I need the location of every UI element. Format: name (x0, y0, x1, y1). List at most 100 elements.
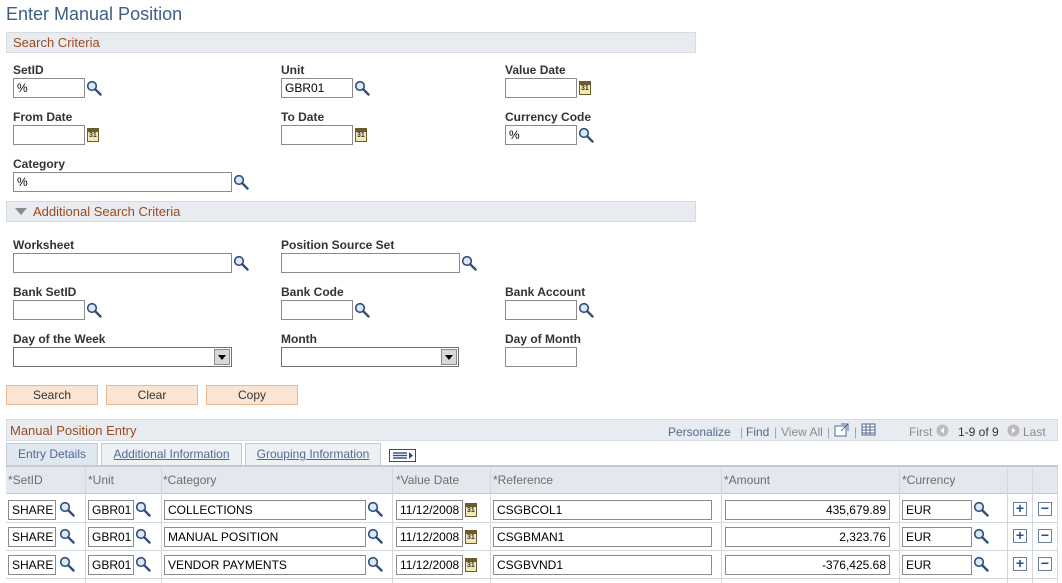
row-setid-lookup-icon[interactable] (59, 528, 75, 544)
row-amount-input[interactable]: 435,679.89 (725, 500, 890, 520)
copy-button[interactable]: Copy (206, 385, 298, 405)
value-date-calendar-icon[interactable]: 31 (579, 81, 591, 95)
row-category-lookup-icon[interactable] (367, 556, 383, 572)
row-setid-lookup-icon[interactable] (59, 556, 75, 572)
tab-entry-details[interactable]: Entry Details (6, 443, 98, 465)
category-lookup-icon[interactable] (233, 174, 249, 190)
setid-lookup-icon[interactable] (86, 80, 102, 96)
column-divider (1057, 467, 1058, 583)
spreadsheet-icon[interactable] (861, 423, 877, 437)
to-date-input[interactable] (281, 125, 353, 145)
row-setid-input[interactable]: SHARE (8, 555, 56, 575)
category-input[interactable]: % (13, 172, 232, 192)
add-row-plus-icon[interactable]: + (1013, 501, 1027, 516)
bank-account-label: Bank Account (505, 285, 586, 299)
row-unit-lookup-icon[interactable] (135, 501, 151, 517)
row-unit-lookup-icon[interactable] (135, 556, 151, 572)
row-category-lookup-icon[interactable] (367, 528, 383, 544)
delete-row-minus-icon[interactable]: − (1038, 556, 1052, 571)
row-currency-input[interactable]: EUR (902, 555, 972, 575)
delete-row-minus-icon[interactable]: − (1038, 501, 1052, 516)
currency-code-input[interactable]: % (505, 125, 577, 145)
value-date-label: Value Date (505, 63, 566, 77)
bank-account-input[interactable] (505, 300, 577, 320)
row-amount-input[interactable]: 2,323.76 (725, 527, 890, 547)
from-date-calendar-icon[interactable]: 31 (87, 128, 99, 142)
day-of-week-select[interactable] (13, 347, 232, 367)
row-currency-lookup-icon[interactable] (973, 528, 989, 544)
column-divider (392, 467, 393, 583)
unit-label: Unit (281, 63, 305, 77)
row-value-date-calendar-icon[interactable]: 31 (465, 530, 477, 544)
month-select[interactable] (281, 347, 459, 367)
row-reference-input[interactable]: CSGBVND1 (493, 555, 712, 575)
row-value-date-input[interactable]: 11/12/2008 (396, 500, 463, 520)
clear-button[interactable]: Clear (106, 385, 198, 405)
tab-additional-information[interactable]: Additional Information (101, 443, 242, 465)
bank-code-input[interactable] (281, 300, 353, 320)
row-reference-input[interactable]: CSGBMAN1 (493, 527, 712, 547)
first-link: First (909, 425, 933, 439)
currency-code-lookup-icon[interactable] (578, 127, 594, 143)
row-category-input[interactable]: MANUAL POSITION (164, 527, 366, 547)
row-value-date-calendar-icon[interactable]: 31 (465, 503, 477, 517)
row-unit-input[interactable]: GBR01 (88, 555, 134, 575)
row-unit-input[interactable]: GBR01 (88, 500, 134, 520)
from-date-label: From Date (13, 110, 73, 124)
bank-setid-lookup-icon[interactable] (86, 302, 102, 318)
add-row-plus-icon[interactable]: + (1013, 528, 1027, 543)
row-category-input[interactable]: COLLECTIONS (164, 500, 366, 520)
row-divider (6, 522, 1058, 523)
worksheet-input[interactable] (13, 253, 232, 273)
row-setid-lookup-icon[interactable] (59, 501, 75, 517)
collapse-triangle-icon[interactable] (15, 208, 27, 215)
additional-criteria-title: Additional Search Criteria (33, 204, 181, 219)
month-dropdown-icon[interactable] (441, 349, 457, 365)
worksheet-lookup-icon[interactable] (233, 255, 249, 271)
value-date-input[interactable] (505, 78, 577, 98)
position-source-set-input[interactable] (281, 253, 460, 273)
worksheet-label: Worksheet (13, 238, 75, 252)
row-divider (6, 550, 1058, 551)
position-source-set-lookup-icon[interactable] (461, 255, 477, 271)
nav-separator: | (827, 425, 831, 439)
personalize-link[interactable]: Personalize (668, 425, 731, 439)
row-amount-input[interactable]: -376,425.68 (725, 555, 890, 575)
row-value-date-input[interactable]: 11/12/2008 (396, 527, 463, 547)
grid-header-row: *SetID *Unit *Category *Value Date *Refe… (6, 467, 1058, 494)
unit-input[interactable]: GBR01 (281, 78, 353, 98)
search-button[interactable]: Search (6, 385, 98, 405)
row-value-date-input[interactable]: 11/12/2008 (396, 555, 463, 575)
row-currency-input[interactable]: EUR (902, 500, 972, 520)
show-all-columns-icon[interactable] (389, 449, 416, 462)
row-value-date-calendar-icon[interactable]: 31 (465, 558, 477, 572)
additional-criteria-header[interactable]: Additional Search Criteria (6, 201, 696, 222)
find-link[interactable]: Find (746, 425, 769, 439)
delete-row-minus-icon[interactable]: − (1038, 528, 1052, 543)
row-unit-lookup-icon[interactable] (135, 528, 151, 544)
row-reference-input[interactable]: CSGBCOL1 (493, 500, 712, 520)
from-date-input[interactable] (13, 125, 85, 145)
new-window-icon[interactable] (834, 423, 850, 437)
bank-account-lookup-icon[interactable] (578, 302, 594, 318)
currency-code-label: Currency Code (505, 110, 592, 124)
tab-grouping-information[interactable]: Grouping Information (245, 443, 381, 465)
row-category-lookup-icon[interactable] (367, 501, 383, 517)
row-currency-lookup-icon[interactable] (973, 556, 989, 572)
row-setid-input[interactable]: SHARE (8, 527, 56, 547)
day-of-week-dropdown-icon[interactable] (214, 349, 230, 365)
day-of-month-input[interactable] (505, 347, 577, 367)
bank-code-lookup-icon[interactable] (354, 302, 370, 318)
setid-input[interactable]: % (13, 78, 85, 98)
row-setid-input[interactable]: SHARE (8, 500, 56, 520)
row-category-input[interactable]: VENDOR PAYMENTS (164, 555, 366, 575)
row-currency-lookup-icon[interactable] (973, 501, 989, 517)
bank-setid-input[interactable] (13, 300, 85, 320)
to-date-calendar-icon[interactable]: 31 (355, 128, 367, 142)
row-currency-input[interactable]: EUR (902, 527, 972, 547)
bank-setid-label: Bank SetID (13, 285, 77, 299)
view-all-link[interactable]: View All (781, 425, 823, 439)
unit-lookup-icon[interactable] (354, 80, 370, 96)
add-row-plus-icon[interactable]: + (1013, 556, 1027, 571)
row-unit-input[interactable]: GBR01 (88, 527, 134, 547)
